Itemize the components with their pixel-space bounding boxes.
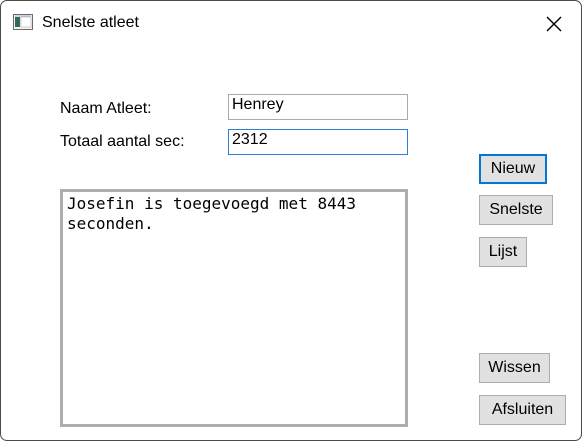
new-button[interactable]: Nieuw <box>479 154 547 184</box>
app-window: Snelste atleet Naam Atleet: Henrey Totaa… <box>0 0 582 441</box>
output-box[interactable]: Josefin is toegevoegd met 8443 seconden. <box>60 189 408 427</box>
seconds-input[interactable]: 2312 <box>228 129 408 155</box>
exit-button[interactable]: Afsluiten <box>479 395 566 425</box>
fastest-button[interactable]: Snelste <box>479 195 553 225</box>
list-button[interactable]: Lijst <box>479 237 527 267</box>
title-bar: Snelste atleet <box>1 1 581 45</box>
name-input[interactable]: Henrey <box>228 94 408 120</box>
close-icon[interactable] <box>537 9 571 39</box>
window-title: Snelste atleet <box>42 14 139 31</box>
name-label: Naam Atleet: <box>60 100 152 117</box>
seconds-label: Totaal aantal sec: <box>60 133 185 150</box>
window-app-icon <box>13 14 33 30</box>
clear-button[interactable]: Wissen <box>479 353 550 383</box>
